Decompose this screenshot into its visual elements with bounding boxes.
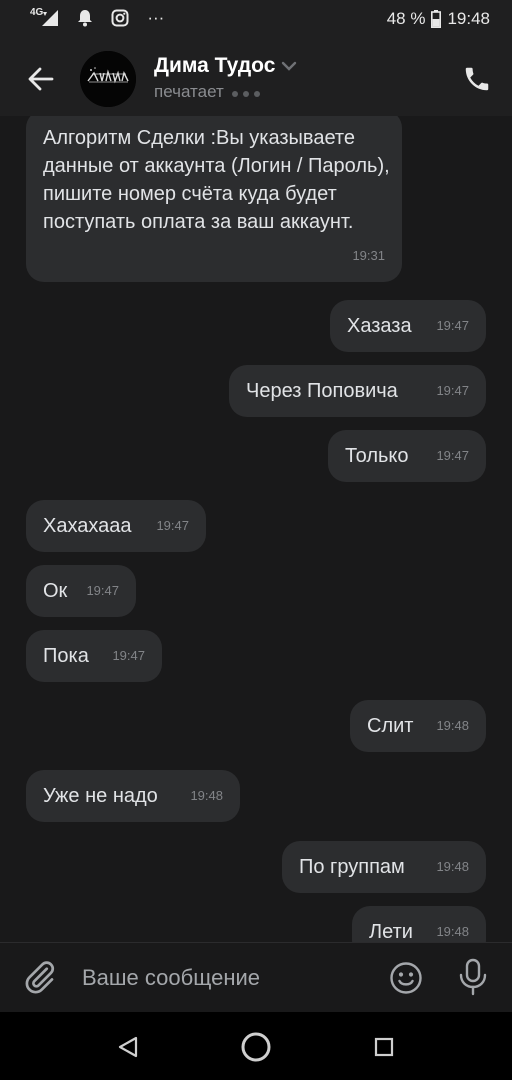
message-bubble-outgoing[interactable]: Хазаза 19:47 [330,300,486,352]
contact-status-row: печатает [154,82,265,102]
message-time: 19:48 [436,924,469,939]
network-type: 4G [30,6,44,18]
message-text: Через Поповича [246,380,398,402]
clock: 19:48 [447,9,490,28]
message-bubble-incoming[interactable]: Ок 19:47 [26,565,136,617]
microphone-icon [459,958,487,996]
message-bubble-outgoing[interactable]: Лети 19:48 [352,906,486,942]
message-bubble-outgoing[interactable]: По группам 19:48 [282,841,486,893]
contact-name-row[interactable]: Дима Тудос [154,54,297,78]
nav-home-button[interactable] [239,1030,273,1064]
call-button[interactable] [462,64,492,94]
message-time: 19:47 [156,518,189,533]
status-bar-left: 4G ··· [30,6,165,28]
message-text: Ок [43,580,68,602]
message-bubble-outgoing[interactable]: Через Поповича 19:47 [229,365,486,417]
message-time: 19:47 [436,448,469,463]
chevron-down-icon [282,61,297,71]
avatar[interactable] [80,51,136,107]
message-bubble-incoming[interactable]: Алгоритм Сделки :Вы указываете данные от… [26,116,402,282]
message-bubble-incoming[interactable]: Хахахааа 19:47 [26,500,206,552]
arrow-left-icon [28,67,54,91]
triangle-back-icon [118,1036,138,1058]
message-bubble-outgoing[interactable]: Слит 19:48 [350,700,486,752]
message-text: Только [345,445,409,467]
contact-status: печатает [154,82,224,101]
notification-bell-icon [78,10,93,27]
circle-home-icon [241,1032,271,1062]
message-bubble-outgoing[interactable]: Только 19:47 [328,430,486,482]
system-navigation-bar [0,1012,512,1080]
more-notifications: ··· [147,8,165,27]
status-bar: 4G ··· 48 % 19:48 [0,0,512,40]
message-text: Хазаза [347,315,412,337]
emoji-button[interactable] [389,961,423,995]
message-time: 19:31 [352,248,385,263]
message-text: Лети [369,921,413,942]
nav-recents-button[interactable] [367,1030,401,1064]
message-text: Пока [43,645,89,667]
message-bubble-incoming[interactable]: Уже не надо 19:48 [26,770,240,822]
chat-header: Дима Тудос печатает [0,40,512,116]
paperclip-icon [25,961,55,994]
attach-button[interactable] [22,959,58,995]
message-composer [0,942,512,1013]
message-time: 19:47 [436,383,469,398]
message-time: 19:48 [436,718,469,733]
emoji-icon [390,962,422,994]
signal-indicator: 4G [30,6,59,27]
message-text: Хахахааа [43,515,132,537]
message-input[interactable] [80,961,374,995]
back-button[interactable] [26,64,56,94]
battery-percent: 48 % [386,9,426,28]
voice-message-button[interactable] [456,958,490,996]
message-text: Алгоритм Сделки :Вы указываете данные от… [43,127,390,233]
nav-back-button[interactable] [111,1030,145,1064]
message-time: 19:47 [112,648,145,663]
message-time: 19:47 [436,318,469,333]
message-list[interactable]: Алгоритм Сделки :Вы указываете данные от… [0,116,512,942]
message-time: 19:47 [86,583,119,598]
square-recents-icon [374,1037,394,1057]
message-text: По группам [299,856,405,878]
typing-indicator [231,82,265,102]
message-text: Уже не надо [43,785,158,807]
battery-icon [431,10,442,28]
message-time: 19:48 [436,859,469,874]
avatar-logo-image [80,51,136,107]
message-time: 19:48 [190,788,223,803]
instagram-icon [111,9,129,27]
phone-icon [465,67,489,91]
contact-name: Дима Тудос [154,54,276,77]
status-bar-right: 48 % 19:48 [387,9,490,29]
signal-icon [42,10,59,26]
message-bubble-incoming[interactable]: Пока 19:47 [26,630,162,682]
message-text: Слит [367,715,414,737]
